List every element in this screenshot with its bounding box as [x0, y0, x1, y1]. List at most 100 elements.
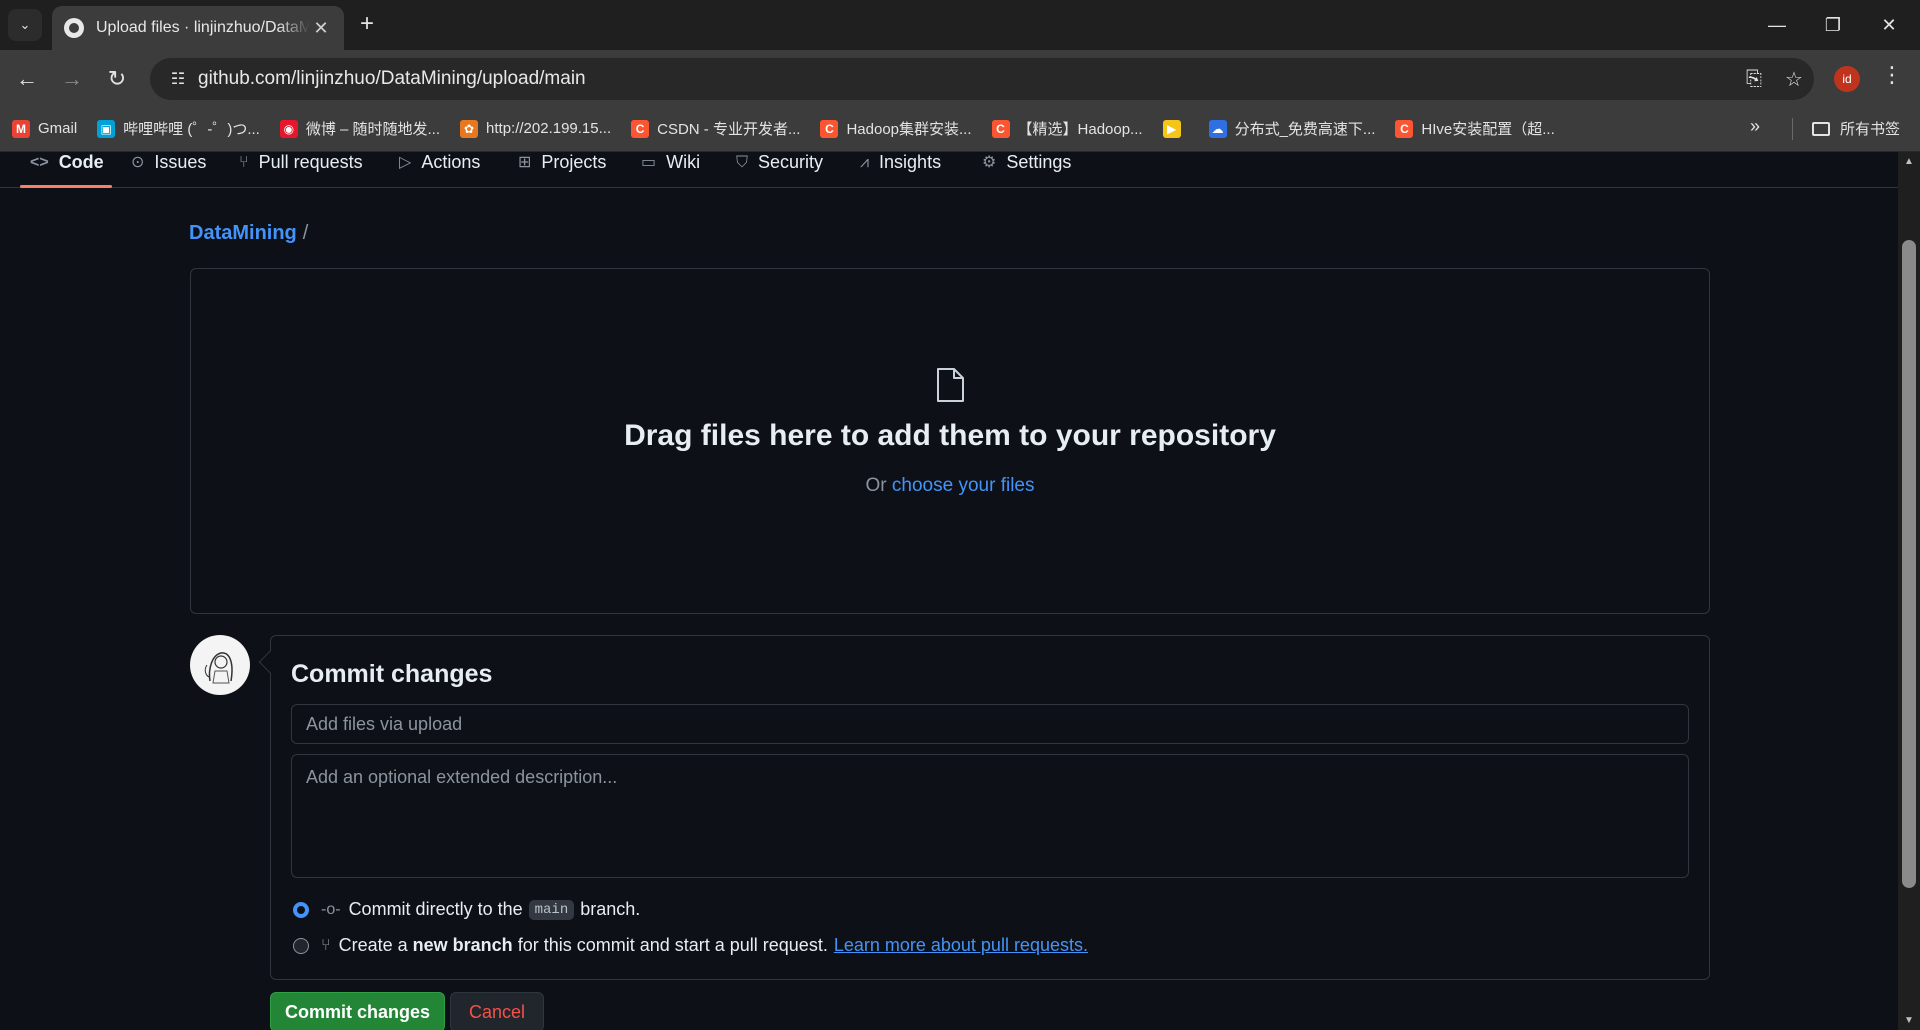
tab-pull-requests[interactable]: ⑂ Pull requests	[239, 152, 363, 188]
csdn-icon: C	[1395, 119, 1414, 138]
bookmark-item[interactable]: ▣ 哔哩哔哩 (゜-゜)つ...	[97, 118, 260, 139]
tab-security[interactable]: ⛉ Security	[736, 152, 823, 188]
close-window-button[interactable]: ✕	[1874, 12, 1904, 38]
commit-direct-radio[interactable]	[293, 901, 309, 918]
browser-toolbar: ← → ↻ ☷ github.com/linjinzhuo/DataMining…	[0, 50, 1920, 106]
tab-actions[interactable]: ▷ Actions	[399, 152, 480, 188]
bookmark-item[interactable]: ▶	[1162, 119, 1189, 138]
dropzone-subtitle: Or choose your files	[191, 475, 1709, 497]
profile-avatar[interactable]: id	[1834, 66, 1860, 92]
bookmark-item[interactable]: M Gmail	[12, 119, 78, 138]
bookmark-label: CSDN - 专业开发者...	[657, 121, 801, 138]
bookmark-label: Hadoop集群安装...	[846, 121, 972, 138]
git-commit-icon: -o-	[321, 900, 341, 918]
tab-insights[interactable]: ⩘ Insights	[860, 152, 941, 188]
restore-button[interactable]: ❐	[1818, 12, 1848, 38]
all-bookmarks-label: 所有书签	[1840, 121, 1901, 138]
more-bookmarks-icon[interactable]: »	[1750, 116, 1760, 137]
browser-menu-icon[interactable]: ⋮	[1880, 62, 1904, 88]
commit-panel-pointer	[258, 650, 282, 674]
commit-changes-button[interactable]: Commit changes	[270, 992, 445, 1030]
commit-summary-input[interactable]	[291, 704, 1689, 744]
user-avatar-drawing	[191, 636, 249, 694]
book-icon: ▭	[641, 154, 657, 171]
commit-direct-prefix: Commit directly to the	[348, 899, 523, 919]
tab-issues-label: Issues	[154, 152, 207, 172]
new-branch-bold: new branch	[412, 935, 513, 955]
browser-tabstrip: ⌄ Upload files · linjinzhuo/DataMining ✕…	[0, 0, 1920, 50]
install-app-icon[interactable]: ⎘	[1734, 68, 1774, 91]
scroll-down-arrow-icon[interactable]: ▼	[1898, 1015, 1920, 1026]
close-tab-icon[interactable]: ✕	[310, 18, 332, 39]
tab-actions-label: Actions	[421, 152, 481, 172]
bilibili-icon: ▣	[97, 119, 116, 138]
bookmark-label: 分布式_免费高速下...	[1234, 121, 1376, 138]
tab-wiki-label: Wiki	[666, 152, 701, 172]
commit-direct-option[interactable]: -o- Commit directly to the main branch.	[293, 899, 640, 920]
bookmark-label: 【精选】Hadoop...	[1017, 121, 1143, 138]
scroll-up-arrow-icon[interactable]: ▲	[1898, 156, 1920, 167]
issue-icon: ⊙	[131, 154, 145, 171]
scrollbar-thumb[interactable]	[1902, 240, 1916, 888]
bookmark-star-icon[interactable]: ☆	[1774, 67, 1814, 92]
selected-tab-underline	[20, 185, 112, 188]
csdn-icon: C	[820, 119, 839, 138]
bookmark-label: Gmail	[38, 120, 78, 137]
tab-code[interactable]: <> Code	[30, 152, 104, 188]
csdn-icon: C	[991, 119, 1010, 138]
new-tab-button[interactable]: +	[352, 10, 382, 40]
choose-files-link[interactable]: choose your files	[892, 475, 1035, 496]
weibo-icon: ◉	[279, 119, 298, 138]
video-icon: ▶	[1162, 119, 1181, 138]
tab-insights-label: Insights	[879, 152, 942, 172]
bookmark-item[interactable]: ✿ http://202.199.15...	[460, 119, 611, 138]
folder-icon	[1812, 121, 1830, 136]
new-branch-option[interactable]: ⑂ Create a new branch for this commit an…	[293, 935, 1088, 956]
bookmark-item[interactable]: C Hadoop集群安装...	[820, 118, 972, 139]
github-icon	[64, 18, 84, 38]
commit-direct-suffix: branch.	[580, 899, 641, 919]
new-branch-suffix: for this commit and start a pull request…	[517, 935, 828, 955]
bookmark-item[interactable]: C 【精选】Hadoop...	[991, 118, 1143, 139]
minimize-button[interactable]: —	[1762, 12, 1792, 38]
address-bar[interactable]: ☷ github.com/linjinzhuo/DataMining/uploa…	[150, 58, 1814, 100]
tab-search-button[interactable]: ⌄	[8, 9, 42, 41]
file-dropzone[interactable]: Drag files here to add them to your repo…	[190, 268, 1710, 614]
url-text[interactable]: github.com/linjinzhuo/DataMining/upload/…	[198, 68, 1734, 90]
bookmark-item[interactable]: C HIve安装配置（超...	[1395, 118, 1555, 139]
breadcrumb: DataMining /	[189, 222, 308, 245]
github-page: <> Code ⊙ Issues ⑂ Pull requests ▷ Actions ⊞…	[0, 152, 1898, 1030]
all-bookmarks-folder[interactable]: 所有书签	[1812, 118, 1900, 139]
cancel-button[interactable]: Cancel	[450, 992, 544, 1030]
bookmark-item[interactable]: ◉ 微博 – 随时随地发...	[279, 118, 440, 139]
breadcrumb-separator: /	[302, 222, 309, 244]
pull-request-icon: ⑂	[321, 936, 331, 954]
tab-issues[interactable]: ⊙ Issues	[131, 152, 206, 188]
baidu-icon: ☁	[1208, 119, 1227, 138]
gmail-icon: M	[12, 119, 30, 138]
forward-button[interactable]: →	[56, 63, 88, 95]
breadcrumb-repo-link[interactable]: DataMining	[189, 222, 297, 244]
learn-more-pull-requests-link[interactable]: Learn more about pull requests.	[834, 935, 1088, 956]
tab-projects[interactable]: ⊞ Projects	[518, 152, 606, 188]
reload-button[interactable]: ↻	[101, 63, 133, 95]
browser-tab[interactable]: Upload files · linjinzhuo/DataMining ✕	[52, 6, 344, 50]
gear-icon: ⚙	[982, 154, 997, 171]
avatar[interactable]	[190, 635, 250, 695]
repo-nav: <> Code ⊙ Issues ⑂ Pull requests ▷ Actions ⊞…	[0, 152, 1898, 188]
back-button[interactable]: ←	[11, 63, 43, 95]
tab-pull-requests-label: Pull requests	[258, 152, 363, 172]
commit-description-input[interactable]	[291, 754, 1689, 878]
page-scrollbar[interactable]: ▲ ▼	[1898, 152, 1920, 1030]
commit-panel: Commit changes -o- Commit directly to th…	[258, 635, 1710, 980]
tab-wiki[interactable]: ▭ Wiki	[641, 152, 700, 188]
tab-settings[interactable]: ⚙ Settings	[982, 152, 1071, 188]
site-info-icon[interactable]: ☷	[158, 69, 198, 89]
bookmark-item[interactable]: ☁ 分布式_免费高速下...	[1208, 118, 1376, 139]
shield-icon: ⛉	[736, 154, 749, 171]
new-branch-radio[interactable]	[293, 937, 309, 954]
table-icon: ⊞	[518, 154, 532, 171]
bookmark-label: 哔哩哔哩 (゜-゜)つ...	[123, 121, 260, 138]
bookmark-item[interactable]: C CSDN - 专业开发者...	[631, 118, 800, 139]
tab-settings-label: Settings	[1006, 152, 1072, 172]
